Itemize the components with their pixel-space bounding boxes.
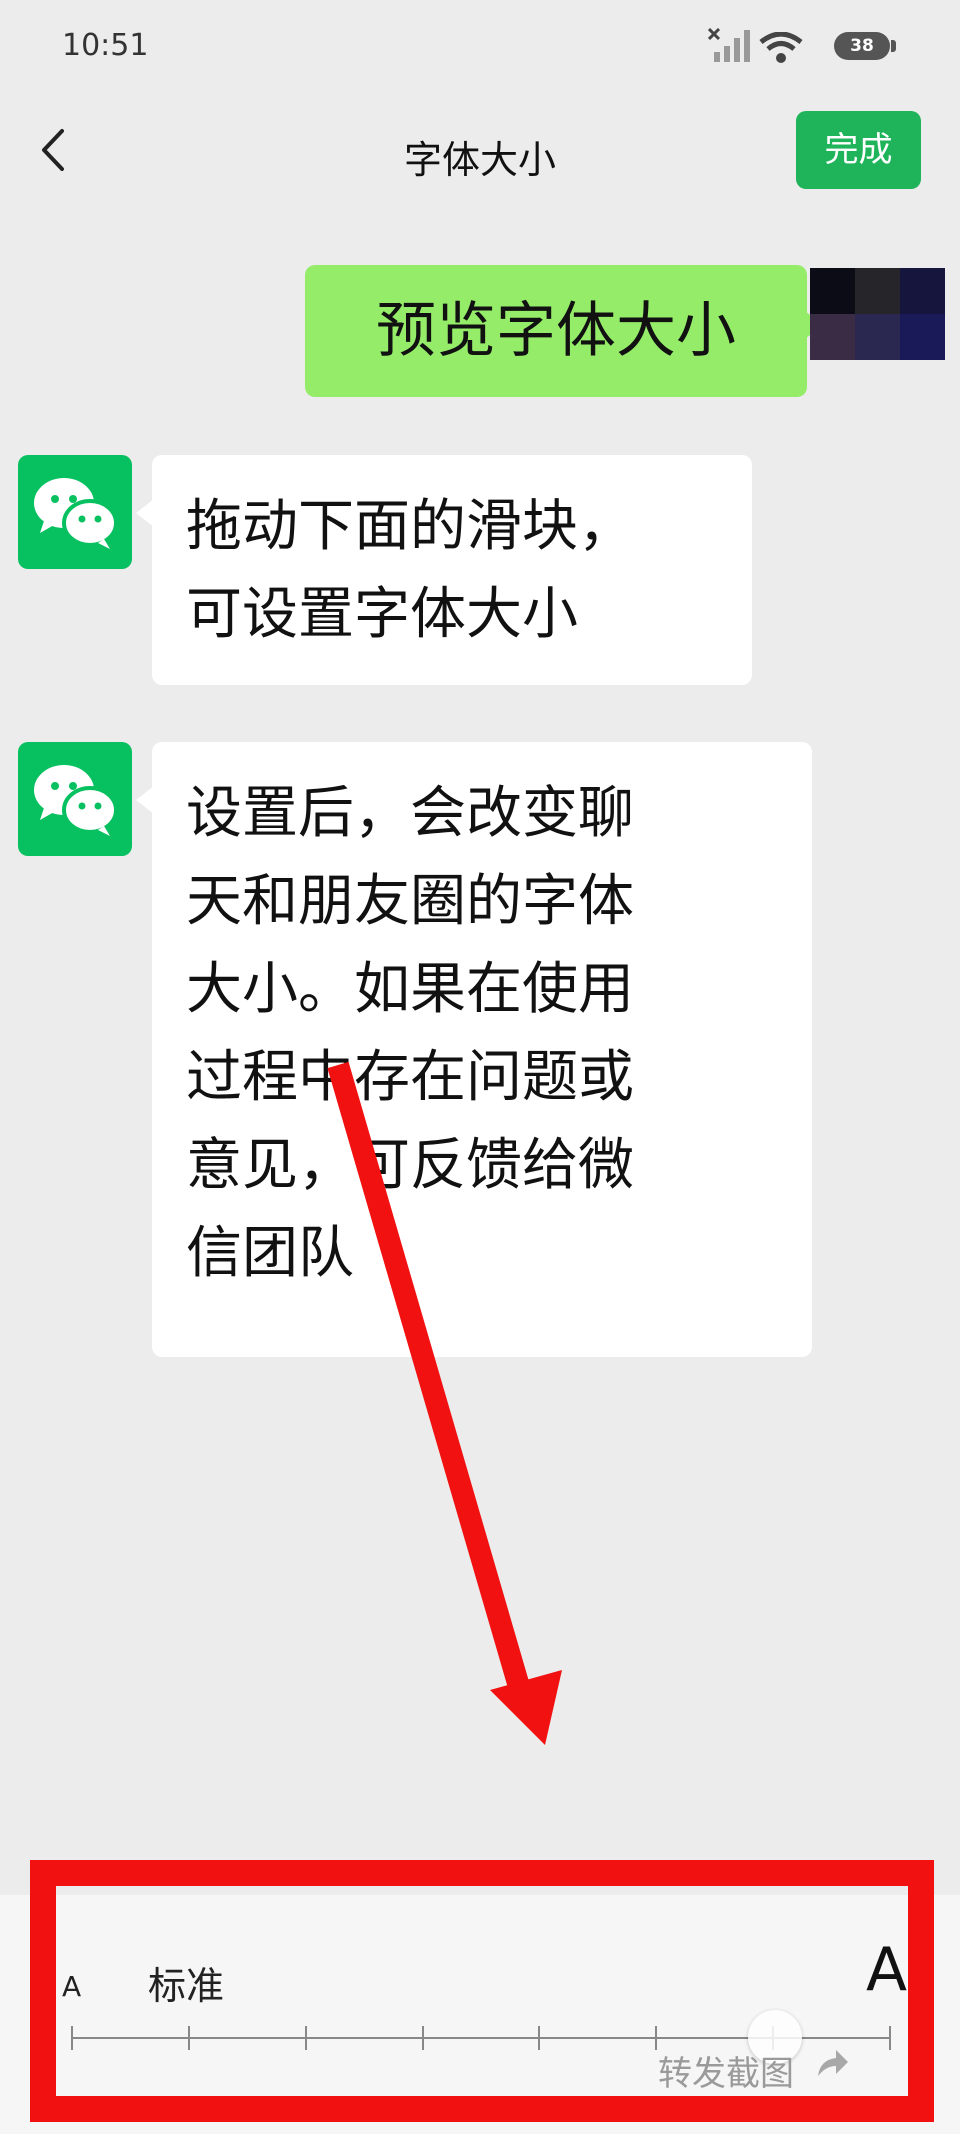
received-message-bubble: 设置后，会改变聊 天和朋友圈的字体 大小。如果在使用 过程中存在问题或 意见，可… — [136, 742, 812, 1357]
message-line: 设置后，会改变聊 — [186, 781, 634, 846]
slider-tick[interactable] — [71, 2026, 73, 2050]
message-line: 天和朋友圈的字体 — [186, 869, 634, 934]
no-signal-icon — [708, 28, 750, 62]
message-line: 拖动下面的滑块， — [186, 494, 634, 559]
message-line: 可设置字体大小 — [186, 582, 578, 647]
status-time: 10:51 — [62, 28, 149, 63]
message-line: 意见，可反馈给微 — [186, 1133, 634, 1198]
slider-tick[interactable] — [889, 2026, 891, 2050]
font-size-panel — [0, 1895, 960, 2134]
slider-tick[interactable] — [538, 2026, 541, 2050]
message-line: 过程中存在问题或 — [186, 1045, 634, 1110]
wechat-logo-icon — [18, 455, 132, 569]
share-arrow-icon[interactable] — [812, 2044, 852, 2084]
message-line: 信团队 — [186, 1221, 354, 1286]
forward-screenshot-label[interactable]: 转发截图 — [658, 2046, 794, 2095]
message-line: 大小。如果在使用 — [186, 957, 634, 1022]
slider-tick[interactable] — [655, 2026, 658, 2050]
slider-tick[interactable] — [421, 2026, 424, 2050]
large-font-label: A — [866, 1935, 908, 2005]
slider-tick[interactable] — [304, 2026, 307, 2050]
wifi-icon — [759, 32, 803, 63]
received-message-bubble: 拖动下面的滑块， 可设置字体大小 — [136, 455, 752, 685]
avatar — [810, 268, 945, 360]
battery-icon: 38 — [834, 32, 896, 60]
nav-bar: 字体大小 完成 — [0, 95, 960, 210]
sent-message-bubble: 预览字体大小 — [305, 265, 823, 397]
slider-tick[interactable] — [187, 2026, 190, 2050]
current-size-label: 标准 — [148, 1964, 225, 2008]
status-bar: 10:51 38 — [0, 0, 960, 95]
small-font-label: A — [62, 1970, 82, 2003]
status-icons: 38 — [690, 24, 896, 64]
done-button[interactable]: 完成 — [796, 111, 921, 189]
wechat-logo-icon — [18, 742, 132, 856]
